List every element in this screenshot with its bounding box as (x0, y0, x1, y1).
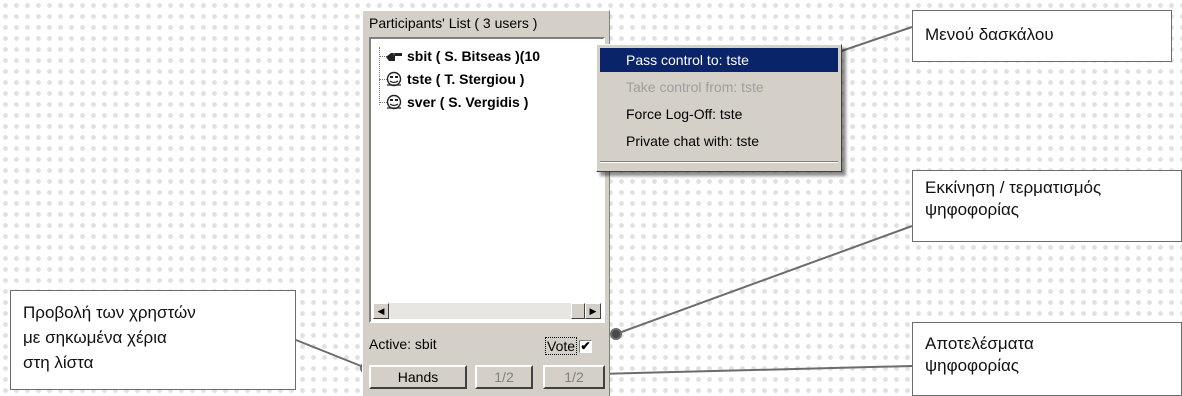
scroll-thumb[interactable] (571, 303, 585, 319)
participants-panel: Participants' List ( 3 users ) sbit ( S.… (362, 10, 610, 396)
participant-label: sver ( S. Vergidis ) (407, 94, 529, 110)
scroll-right-button[interactable]: ▶ (585, 303, 601, 319)
callout-text: ψηφοφορίας (925, 200, 1019, 219)
callout-hands: Προβολή των χρηστών με σηκωμένα χέρια στ… (10, 290, 296, 390)
menu-separator (600, 161, 838, 163)
hands-count-button[interactable]: 1/2 (475, 365, 533, 389)
callout-text: Προβολή των χρηστών (23, 303, 196, 322)
user-face-icon (386, 94, 402, 110)
horizontal-scrollbar[interactable]: ◀ ▶ (373, 303, 601, 319)
participant-label: tste ( T. Stergiou ) (407, 71, 525, 87)
callout-text: ψηφοφορίας (925, 356, 1019, 375)
callout-text: με σηκωμένα χέρια (23, 328, 167, 347)
pointing-hand-icon (386, 53, 402, 61)
callout-vote-results: Αποτελέσματα ψηφοφορίας (912, 322, 1182, 396)
menu-item-take-control[interactable]: Take control from: tste (600, 75, 838, 99)
callout-vote-start: Εκκίνηση / τερματισμός ψηφοφορίας (912, 170, 1182, 242)
scroll-left-button[interactable]: ◀ (373, 303, 389, 319)
vote-toggle[interactable]: Vote ✔ (545, 337, 593, 355)
vote-results-button[interactable]: 1/2 (543, 365, 605, 389)
menu-item-pass-control[interactable]: Pass control to: tste (600, 48, 838, 72)
user-face-icon (386, 71, 402, 87)
teacher-context-menu: Pass control to: tste Take control from:… (596, 44, 842, 172)
menu-item-force-logoff[interactable]: Force Log-Off: tste (600, 102, 838, 126)
hands-button[interactable]: Hands (369, 365, 467, 389)
participant-label: sbit ( S. Bitseas )(10 (407, 48, 541, 64)
callout-teacher-menu: Μενού δασκάλου (912, 10, 1172, 62)
menu-item-private-chat[interactable]: Private chat with: tste (600, 129, 838, 153)
callout-text: Αποτελέσματα (925, 334, 1034, 353)
callout-text: Μενού δασκάλου (925, 25, 1054, 44)
participant-item-sbit[interactable]: sbit ( S. Bitseas )(10 (385, 46, 540, 66)
participant-item-tste[interactable]: tste ( T. Stergiou ) (385, 69, 524, 89)
callout-text: Εκκίνηση / τερματισμός (925, 178, 1102, 197)
callout-text: στη λίστα (23, 353, 94, 372)
active-user-label: Active: sbit (369, 336, 437, 352)
participants-list-title: Participants' List ( 3 users ) (369, 15, 538, 31)
participant-item-sver[interactable]: sver ( S. Vergidis ) (385, 92, 528, 112)
vote-label: Vote (545, 337, 578, 355)
participants-listbox[interactable]: sbit ( S. Bitseas )(10 tste ( T. Stergio… (369, 37, 605, 323)
vote-checkbox[interactable]: ✔ (579, 339, 593, 353)
